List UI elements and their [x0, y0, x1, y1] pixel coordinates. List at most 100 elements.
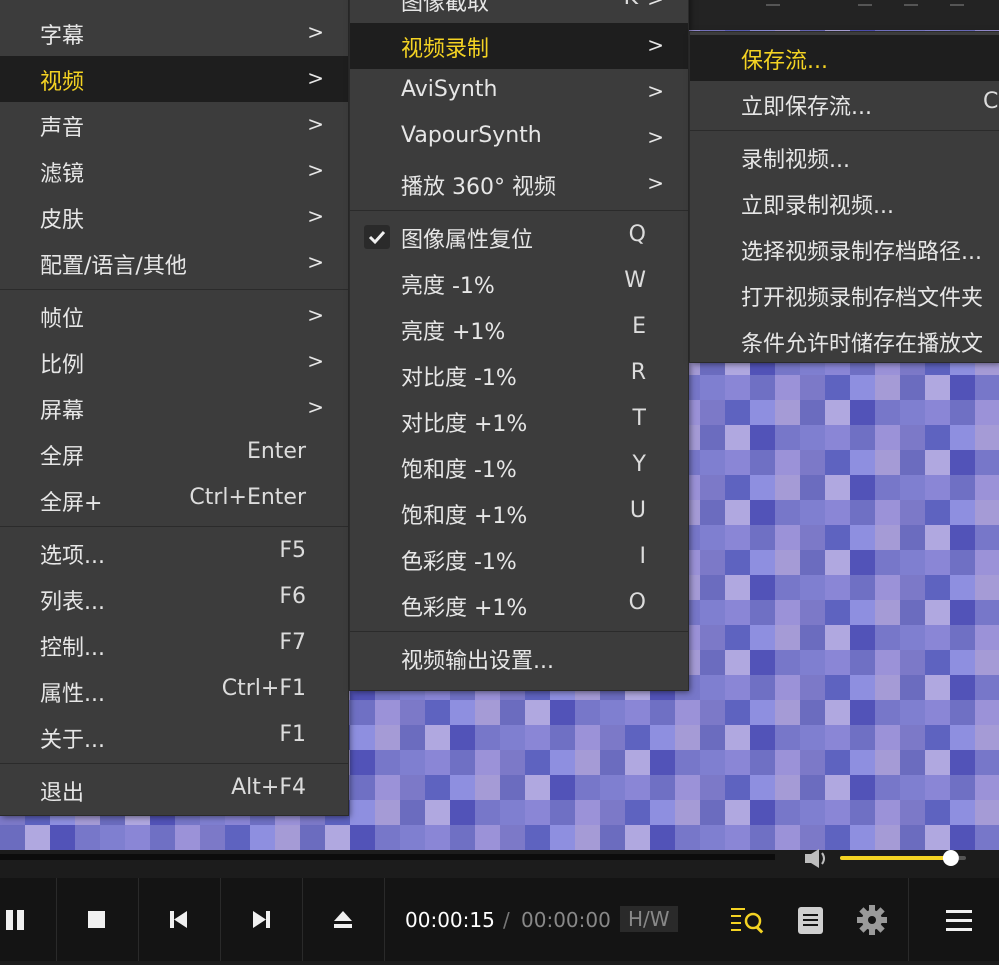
main-menu-item-shortcut: Alt+F4 [231, 775, 306, 800]
video-record-submenu: 保存流... 立即保存流... Ct 录制视频... 立即录制视频... 选择视频录制存档… [690, 32, 999, 362]
video-menu-item[interactable]: VapourSynth > [350, 115, 688, 161]
record-menu-item-label: 保存流... [741, 49, 828, 74]
video-menu-item-shortcut: W [624, 268, 646, 293]
main-menu-item-label: 退出 [40, 781, 85, 806]
stop-button[interactable] [57, 878, 139, 961]
main-menu-item[interactable]: 滤镜 > [0, 148, 348, 194]
playlist-search-button[interactable] [714, 878, 784, 961]
eject-icon [334, 911, 352, 928]
main-menu-item-shortcut: F5 [279, 538, 306, 563]
main-menu-item-shortcut: F7 [279, 630, 306, 655]
pause-icon [6, 910, 24, 930]
speaker-icon [805, 849, 825, 868]
next-icon [253, 911, 270, 928]
close-icon[interactable] [950, 4, 964, 20]
record-menu-item[interactable]: 保存流... [690, 35, 999, 81]
video-menu-item[interactable]: 饱和度 +1% U [350, 490, 688, 536]
total-time[interactable]: 00:00:00 [521, 908, 611, 932]
record-menu-item-label: 选择视频录制存档路径... [741, 240, 982, 265]
record-menu-item-label: 打开视频录制存档文件夹 [741, 286, 984, 311]
list-button[interactable] [785, 878, 837, 961]
eject-button[interactable] [303, 878, 385, 961]
video-menu-item[interactable]: 视频录制 > [350, 23, 688, 69]
main-menu-item[interactable]: 比例 > [0, 339, 348, 385]
current-time[interactable]: 00:00:15 [405, 908, 495, 932]
video-menu-item-shortcut: O [628, 590, 646, 615]
video-menu-item-label: 亮度 +1% [401, 320, 506, 345]
menu-button[interactable] [920, 878, 999, 961]
hw-decoder-badge[interactable]: H/W [620, 906, 678, 932]
main-menu-item-label: 字幕 [40, 24, 85, 49]
next-button[interactable] [221, 878, 303, 961]
record-menu-item[interactable]: 选择视频录制存档路径... [690, 226, 999, 272]
maximize-icon[interactable] [904, 4, 918, 20]
video-menu-item[interactable]: 饱和度 -1% Y [350, 444, 688, 490]
main-menu-item[interactable]: 选项... F5 [0, 530, 348, 576]
main-menu-item[interactable]: 关于... F1 [0, 714, 348, 760]
video-menu-item[interactable]: AviSynth > [350, 69, 688, 115]
main-menu-item-label: 帧位 [40, 307, 85, 332]
submenu-arrow-icon: > [647, 33, 664, 57]
main-menu-item[interactable]: 控制... F7 [0, 622, 348, 668]
video-menu-item[interactable]: 图像截取 K > [350, 0, 688, 23]
video-menu-separator [350, 210, 688, 211]
submenu-arrow-icon: > [647, 171, 664, 195]
main-menu-item[interactable]: 屏幕 > [0, 385, 348, 431]
control-bar [0, 878, 999, 961]
video-menu-item[interactable]: 对比度 -1% R [350, 352, 688, 398]
main-menu-item[interactable]: 配置/语言/其他 > [0, 240, 348, 286]
video-menu-item[interactable]: 色彩度 -1% I [350, 536, 688, 582]
record-menu-item-label: 立即录制视频... [741, 194, 894, 219]
pause-button[interactable] [0, 878, 57, 961]
submenu-arrow-icon: > [307, 303, 324, 327]
main-menu-separator [0, 763, 348, 764]
main-menu-item[interactable]: 列表... F6 [0, 576, 348, 622]
video-menu-item[interactable]: 亮度 +1% E [350, 306, 688, 352]
record-menu-item[interactable]: 打开视频录制存档文件夹 [690, 272, 999, 318]
video-menu-item[interactable]: 视频输出设置... [350, 635, 688, 681]
main-menu-item[interactable]: 视频 > [0, 56, 348, 102]
video-menu-item-label: 对比度 -1% [401, 366, 517, 391]
record-menu-item[interactable]: 立即录制视频... [690, 180, 999, 226]
submenu-arrow-icon: > [647, 0, 664, 11]
settings-button[interactable] [838, 878, 909, 961]
video-menu-item-label: 图像截取 [401, 0, 490, 16]
minimize-icon[interactable] [858, 4, 872, 20]
window-title-strip [688, 0, 999, 30]
record-menu-separator [690, 130, 999, 131]
record-menu-item[interactable]: 立即保存流... Ct [690, 81, 999, 127]
main-menu-item[interactable]: 声音 > [0, 102, 348, 148]
main-menu-item[interactable]: 帧位 > [0, 293, 348, 339]
record-menu-item-shortcut: Ct [983, 89, 999, 114]
video-menu-item[interactable]: 亮度 -1% W [350, 260, 688, 306]
main-menu-item[interactable]: 全屏 Enter [0, 431, 348, 477]
record-menu-item[interactable]: 录制视频... [690, 134, 999, 180]
main-menu-item-label: 选项... [40, 544, 105, 569]
volume-control[interactable] [800, 846, 990, 870]
video-submenu: 图像截取K>视频录制>AviSynth>VapourSynth>播放 360° … [350, 0, 688, 690]
main-menu-item-label: 声音 [40, 116, 85, 141]
submenu-arrow-icon: > [307, 20, 324, 44]
submenu-arrow-icon: > [647, 125, 664, 149]
video-menu-item[interactable]: 图像属性复位 Q [350, 214, 688, 260]
video-menu-item-label: 色彩度 -1% [401, 550, 517, 575]
video-menu-item-shortcut: I [639, 544, 647, 569]
submenu-arrow-icon: > [307, 349, 324, 373]
pin-icon[interactable] [766, 4, 780, 20]
video-menu-item[interactable]: 播放 360° 视频 > [350, 161, 688, 207]
main-menu-item-label: 全屏 [40, 445, 85, 470]
main-menu-item[interactable]: 属性... Ctrl+F1 [0, 668, 348, 714]
video-menu-item[interactable]: 色彩度 +1% O [350, 582, 688, 628]
main-menu-item-label: 皮肤 [40, 208, 85, 233]
main-menu-item[interactable]: 全屏+ Ctrl+Enter [0, 477, 348, 523]
record-menu-item[interactable]: 条件允许时储存在播放文 [690, 318, 999, 362]
time-separator: / [503, 908, 510, 932]
seek-bar[interactable] [0, 854, 775, 860]
video-menu-item-label: 饱和度 -1% [401, 458, 517, 483]
video-menu-item[interactable]: 对比度 +1% T [350, 398, 688, 444]
video-menu-item-shortcut: T [632, 406, 646, 431]
previous-button[interactable] [139, 878, 221, 961]
main-menu-item[interactable]: 退出 Alt+F4 [0, 767, 348, 813]
main-menu-item[interactable]: 皮肤 > [0, 194, 348, 240]
main-menu-item[interactable]: 字幕 > [0, 10, 348, 56]
